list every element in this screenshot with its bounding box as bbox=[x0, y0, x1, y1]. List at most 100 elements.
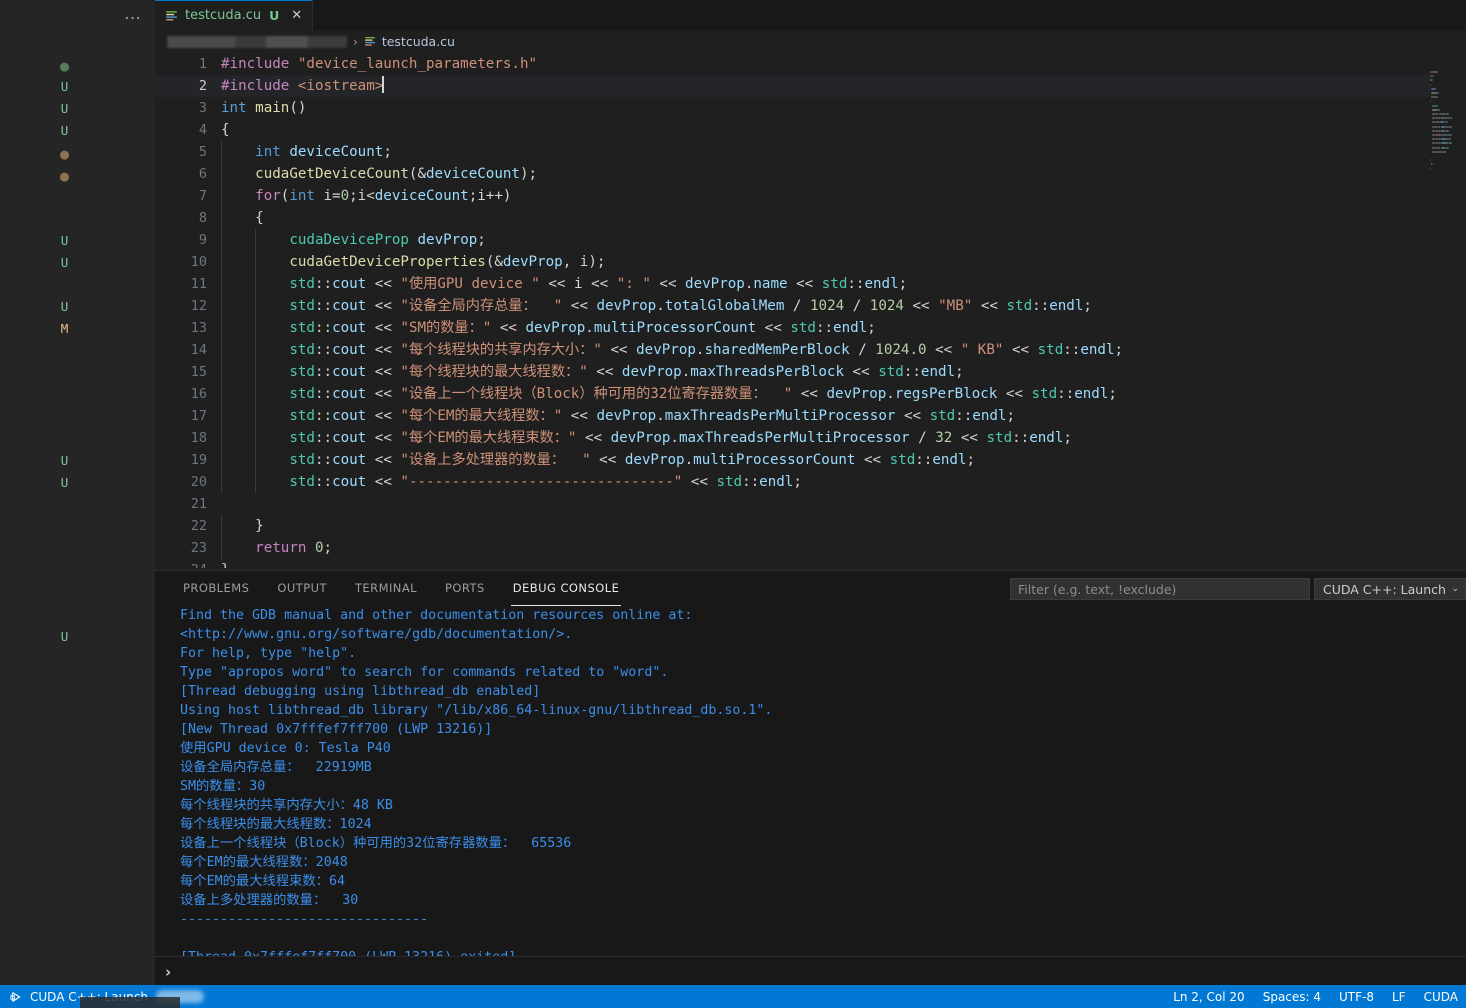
gutter-status-marker[interactable]: U bbox=[0, 453, 155, 468]
code-line[interactable]: 18 std::cout << "每个EM的最大线程束数：" << devPro… bbox=[155, 427, 1466, 449]
status-item-cuda[interactable]: CUDA bbox=[1424, 990, 1458, 1004]
close-icon[interactable]: ✕ bbox=[291, 9, 302, 22]
code-lines[interactable]: 1 #include "device_launch_parameters.h" 2 #… bbox=[155, 53, 1466, 568]
code-token: { bbox=[221, 210, 264, 226]
code-line[interactable]: 7 for(int i=0;i<deviceCount;i++) bbox=[155, 185, 1466, 207]
minimap-line-segment bbox=[1447, 129, 1449, 132]
gutter-status-marker[interactable]: M bbox=[0, 321, 155, 336]
code-line[interactable]: 12 std::cout << "设备全局内存总量： " << devProp.… bbox=[155, 295, 1466, 317]
code-line[interactable]: 21 bbox=[155, 493, 1466, 515]
code-line[interactable]: 10 cudaGetDeviceProperties(&devProp, i); bbox=[155, 251, 1466, 273]
code-token: :: bbox=[955, 408, 973, 424]
code-line-text: cudaDeviceProp devProp; bbox=[221, 229, 485, 251]
breadcrumb-item-file[interactable]: testcuda.cu bbox=[364, 34, 455, 49]
code-token: ); bbox=[519, 166, 538, 182]
line-number: 6 bbox=[198, 166, 207, 182]
status-item-lf[interactable]: LF bbox=[1392, 990, 1406, 1004]
more-actions-icon[interactable]: … bbox=[124, 6, 143, 23]
code-line-text: std::cout << "设备全局内存总量： " << devProp.tot… bbox=[221, 295, 1092, 317]
debug-console-output[interactable]: Find the GDB manual and other documentat… bbox=[155, 606, 1466, 956]
code-line[interactable]: 20 std::cout << "-----------------------… bbox=[155, 471, 1466, 493]
code-line[interactable]: 23 return 0; bbox=[155, 537, 1466, 559]
code-token: std bbox=[289, 320, 315, 336]
gutter-status-marker[interactable]: U bbox=[0, 233, 155, 248]
code-line[interactable]: 13 std::cout << "SM的数量：" << devProp.mult… bbox=[155, 317, 1466, 339]
code-token: ; bbox=[1108, 386, 1117, 402]
code-token: 1024 bbox=[810, 298, 845, 314]
minimap-line-segment bbox=[1436, 104, 1438, 107]
code-line-text: { bbox=[221, 207, 264, 229]
code-line[interactable]: 16 std::cout << "设备上一个线程块（Block）种可用的32位寄… bbox=[155, 383, 1466, 405]
line-number: 21 bbox=[190, 496, 207, 512]
code-line[interactable]: 1 #include "device_launch_parameters.h" bbox=[155, 53, 1466, 75]
filter-input[interactable] bbox=[1011, 579, 1309, 600]
code-line[interactable]: 2 #include <iostream> bbox=[155, 75, 1466, 97]
gutter-status-marker[interactable]: U bbox=[0, 123, 155, 138]
gutter-dot-marker[interactable]: ● bbox=[0, 59, 155, 74]
debug-console-input[interactable]: › bbox=[155, 956, 1466, 986]
gutter-status-marker[interactable]: U bbox=[0, 299, 155, 314]
code-line[interactable]: 19 std::cout << "设备上多处理器的数量： " << devPro… bbox=[155, 449, 1466, 471]
code-line[interactable]: 8 { bbox=[155, 207, 1466, 229]
code-token: std bbox=[289, 298, 315, 314]
code-line[interactable]: 17 std::cout << "每个EM的最大线程数：" << devProp… bbox=[155, 405, 1466, 427]
code-line[interactable]: 4{ bbox=[155, 119, 1466, 141]
gutter-status-marker[interactable]: U bbox=[0, 101, 155, 116]
panel-tab-debug-console[interactable]: DEBUG CONSOLE bbox=[503, 571, 630, 606]
code-token: (& bbox=[408, 166, 427, 182]
code-line[interactable]: 9 cudaDeviceProp devProp; bbox=[155, 229, 1466, 251]
code-token: cout bbox=[332, 408, 367, 424]
code-token: << bbox=[601, 342, 637, 358]
code-token: << bbox=[650, 276, 686, 292]
status-item-utf-8[interactable]: UTF-8 bbox=[1339, 990, 1374, 1004]
minimap-line-segment bbox=[1440, 138, 1447, 141]
code-token: () bbox=[289, 100, 307, 116]
code-token: endl bbox=[932, 452, 967, 468]
code-token: << bbox=[562, 298, 597, 314]
code-line[interactable]: 11 std::cout << "使用GPU device " << i << … bbox=[155, 273, 1466, 295]
code-token: cout bbox=[332, 452, 367, 468]
code-token: regsPerBlock bbox=[894, 386, 998, 402]
explorer-gutter-panel: … ● U U U ● ● U U U M U U U bbox=[0, 0, 156, 985]
gutter-status-marker[interactable]: U bbox=[0, 629, 155, 644]
code-line[interactable]: 5 int deviceCount; bbox=[155, 141, 1466, 163]
code-token: std bbox=[1031, 386, 1058, 402]
gutter-status-marker[interactable]: U bbox=[0, 255, 155, 270]
code-line[interactable]: 15 std::cout << "每个线程块的最大线程数：" << devPro… bbox=[155, 361, 1466, 383]
filter-input-wrapper[interactable] bbox=[1010, 578, 1310, 600]
editor-scrollbar[interactable] bbox=[1452, 53, 1466, 568]
panel-tab-ports[interactable]: PORTS bbox=[435, 571, 495, 606]
code-token: ; bbox=[323, 540, 333, 556]
gutter-dot-marker[interactable]: ● bbox=[0, 169, 155, 184]
panel-tab-terminal[interactable]: TERMINAL bbox=[345, 571, 427, 606]
status-item-spaces-4[interactable]: Spaces: 4 bbox=[1263, 990, 1321, 1004]
code-token: ; bbox=[955, 364, 964, 380]
editor-tab-testcuda[interactable]: testcuda.cu U ✕ bbox=[155, 0, 314, 30]
gutter-status-marker[interactable]: U bbox=[0, 475, 155, 490]
code-line[interactable]: 14 std::cout << "每个线程块的共享内存大小：" << devPr… bbox=[155, 339, 1466, 361]
breadcrumb-redacted-path[interactable] bbox=[167, 35, 347, 48]
code-line[interactable]: 22 } bbox=[155, 515, 1466, 537]
code-token: :: bbox=[1057, 386, 1075, 402]
gutter-status-marker[interactable]: U bbox=[0, 79, 155, 94]
breadcrumb-file-label: testcuda.cu bbox=[381, 34, 455, 49]
code-token: multiProcessorCount bbox=[693, 452, 856, 468]
code-line[interactable]: 3 int main() bbox=[155, 97, 1466, 119]
minimap[interactable] bbox=[1430, 53, 1452, 568]
code-line[interactable]: 24} bbox=[155, 559, 1466, 568]
status-item-ln-2-col-20[interactable]: Ln 2, Col 20 bbox=[1173, 990, 1245, 1004]
launch-config-dropdown[interactable]: CUDA C++: Launch ⌄ bbox=[1314, 578, 1466, 600]
code-token: 0 bbox=[314, 540, 324, 556]
code-token: << bbox=[952, 430, 987, 446]
code-token: totalGlobalMem bbox=[664, 298, 785, 314]
code-line-text: #include <iostream> bbox=[221, 75, 384, 97]
panel-tab-output[interactable]: OUTPUT bbox=[267, 571, 337, 606]
panel-tab-problems[interactable]: PROBLEMS bbox=[173, 571, 259, 606]
code-editor[interactable]: 1 #include "device_launch_parameters.h" 2 #… bbox=[155, 53, 1466, 568]
code-line[interactable]: 6 cudaGetDeviceCount(&deviceCount); bbox=[155, 163, 1466, 185]
gutter-dot-marker[interactable]: ● bbox=[0, 147, 155, 162]
line-number: 7 bbox=[198, 188, 207, 204]
